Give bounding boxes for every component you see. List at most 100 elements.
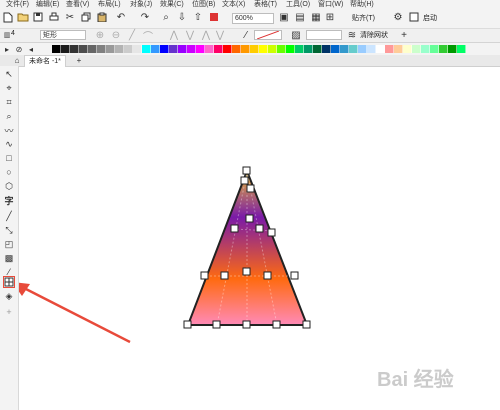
search-content-icon[interactable]: ⌕ xyxy=(160,11,172,23)
palette-swatch[interactable] xyxy=(412,45,421,53)
transparency-tool-icon[interactable]: ▩ xyxy=(3,252,15,264)
eyedropper-icon[interactable]: ⁄ xyxy=(240,29,252,41)
delete-node-icon[interactable]: ⊖ xyxy=(110,29,122,41)
save-icon[interactable] xyxy=(32,11,44,23)
freehand-tool-icon[interactable]: 〰 xyxy=(3,124,15,136)
palette-swatch[interactable] xyxy=(142,45,151,53)
palette-swatch[interactable] xyxy=(349,45,358,53)
print-icon[interactable] xyxy=(48,11,60,23)
zoom-level-field[interactable]: 600% xyxy=(232,13,274,24)
palette-swatch[interactable] xyxy=(70,45,79,53)
cusp-node-icon[interactable]: ⋀ xyxy=(200,29,212,41)
options-gear-icon[interactable]: ⚙ xyxy=(392,11,404,23)
palette-swatch[interactable] xyxy=(331,45,340,53)
palette-swatch[interactable] xyxy=(439,45,448,53)
palette-swatch[interactable] xyxy=(376,45,385,53)
add-tab-icon[interactable]: + xyxy=(74,55,84,66)
no-color-icon[interactable]: ⊘ xyxy=(14,43,24,55)
drop-shadow-icon[interactable]: ◰ xyxy=(3,238,15,250)
palette-swatch[interactable] xyxy=(259,45,268,53)
palette-swatch[interactable] xyxy=(151,45,160,53)
palette-swatch[interactable] xyxy=(223,45,232,53)
palette-swatch[interactable] xyxy=(304,45,313,53)
palette-swatch[interactable] xyxy=(322,45,331,53)
add-tool-icon[interactable]: + xyxy=(3,306,15,318)
new-document-icon[interactable] xyxy=(2,11,14,23)
palette-swatch[interactable] xyxy=(430,45,439,53)
mesh-fill-tool-icon[interactable] xyxy=(3,276,15,288)
crop-tool-icon[interactable]: ⌗ xyxy=(3,96,15,108)
rectangle-tool-icon[interactable]: □ xyxy=(3,152,15,164)
home-icon[interactable]: ⌂ xyxy=(12,55,22,66)
palette-swatch[interactable] xyxy=(124,45,133,53)
ellipse-tool-icon[interactable]: ○ xyxy=(3,166,15,178)
palette-swatch[interactable] xyxy=(385,45,394,53)
paste-icon[interactable] xyxy=(96,11,108,23)
open-folder-icon[interactable] xyxy=(16,11,30,23)
grid-columns-stepper[interactable]: 4 xyxy=(11,30,15,37)
polygon-tool-icon[interactable]: ⬡ xyxy=(3,180,15,192)
curve-smoothness-icon[interactable]: ≋ xyxy=(346,29,358,41)
palette-swatch[interactable] xyxy=(241,45,250,53)
palette-swatch[interactable] xyxy=(421,45,430,53)
node-elastic-icon[interactable]: ⋁ xyxy=(214,29,226,41)
palette-swatch[interactable] xyxy=(403,45,412,53)
smart-fill-icon[interactable]: ◈ xyxy=(3,290,15,302)
show-rulers-icon[interactable]: ▤ xyxy=(294,11,306,23)
to-curve-icon[interactable]: ⌒ xyxy=(142,29,154,43)
mesh-fill-color-box[interactable] xyxy=(254,30,282,40)
palette-swatch[interactable] xyxy=(250,45,259,53)
full-screen-icon[interactable]: ▣ xyxy=(278,11,290,23)
connector-tool-icon[interactable]: ⤡ xyxy=(3,224,15,236)
transparency-field[interactable] xyxy=(306,30,342,40)
palette-swatch[interactable] xyxy=(187,45,196,53)
palette-swatch[interactable] xyxy=(169,45,178,53)
launch-dropdown[interactable]: 启动 xyxy=(423,13,437,23)
smooth-node-icon[interactable]: ⋀ xyxy=(168,29,180,41)
shape-tool-icon[interactable]: ⌖ xyxy=(3,82,15,94)
palette-swatch[interactable] xyxy=(88,45,97,53)
palette-swatch[interactable] xyxy=(196,45,205,53)
palette-swatch[interactable] xyxy=(133,45,142,53)
palette-swatch[interactable] xyxy=(340,45,349,53)
palette-swatch[interactable] xyxy=(160,45,169,53)
undo-icon[interactable]: ↶ xyxy=(114,11,128,23)
palette-swatch[interactable] xyxy=(313,45,322,53)
drawing-canvas[interactable]: Bai 经验 xyxy=(19,67,500,410)
palette-swatch[interactable] xyxy=(106,45,115,53)
show-guidelines-icon[interactable]: ⊞ xyxy=(324,11,336,23)
copy-icon[interactable] xyxy=(80,11,92,23)
pick-tool-icon[interactable]: ▸ xyxy=(2,43,12,55)
symmetric-node-icon[interactable]: ⋁ xyxy=(184,29,196,41)
palette-swatch[interactable] xyxy=(232,45,241,53)
redo-icon[interactable]: ↷ xyxy=(138,11,152,23)
tab-untitled-document[interactable]: 未命名 -1* xyxy=(24,55,66,67)
palette-swatch[interactable] xyxy=(79,45,88,53)
artistic-media-icon[interactable]: ∿ xyxy=(3,138,15,150)
palette-swatch[interactable] xyxy=(394,45,403,53)
parallel-dimension-icon[interactable]: ╱ xyxy=(3,210,15,222)
snap-to-dropdown[interactable]: 贴齐(T) xyxy=(352,13,375,23)
publish-pdf-icon[interactable] xyxy=(208,11,220,23)
palette-swatch[interactable] xyxy=(367,45,376,53)
palette-arrow-icon[interactable]: ◂ xyxy=(26,43,36,55)
palette-swatch[interactable] xyxy=(61,45,70,53)
show-grid-icon[interactable]: ▦ xyxy=(310,11,322,23)
palette-swatch[interactable] xyxy=(52,45,61,53)
palette-swatch[interactable] xyxy=(178,45,187,53)
clear-mesh-button[interactable]: 清除网状 xyxy=(360,30,388,40)
palette-swatch[interactable] xyxy=(448,45,457,53)
palette-swatch[interactable] xyxy=(268,45,277,53)
to-line-icon[interactable]: ╱ xyxy=(126,29,138,41)
pick-tool-icon[interactable]: ↖ xyxy=(3,68,15,80)
cut-icon[interactable]: ✂ xyxy=(64,11,76,23)
palette-swatch[interactable] xyxy=(205,45,214,53)
add-property-icon[interactable]: + xyxy=(398,29,410,41)
palette-swatch[interactable] xyxy=(457,45,466,53)
palette-swatch[interactable] xyxy=(358,45,367,53)
transparency-icon[interactable]: ▨ xyxy=(290,29,302,41)
palette-swatch[interactable] xyxy=(97,45,106,53)
export-icon[interactable]: ⇧ xyxy=(192,11,204,23)
palette-swatch[interactable] xyxy=(277,45,286,53)
palette-swatch[interactable] xyxy=(295,45,304,53)
